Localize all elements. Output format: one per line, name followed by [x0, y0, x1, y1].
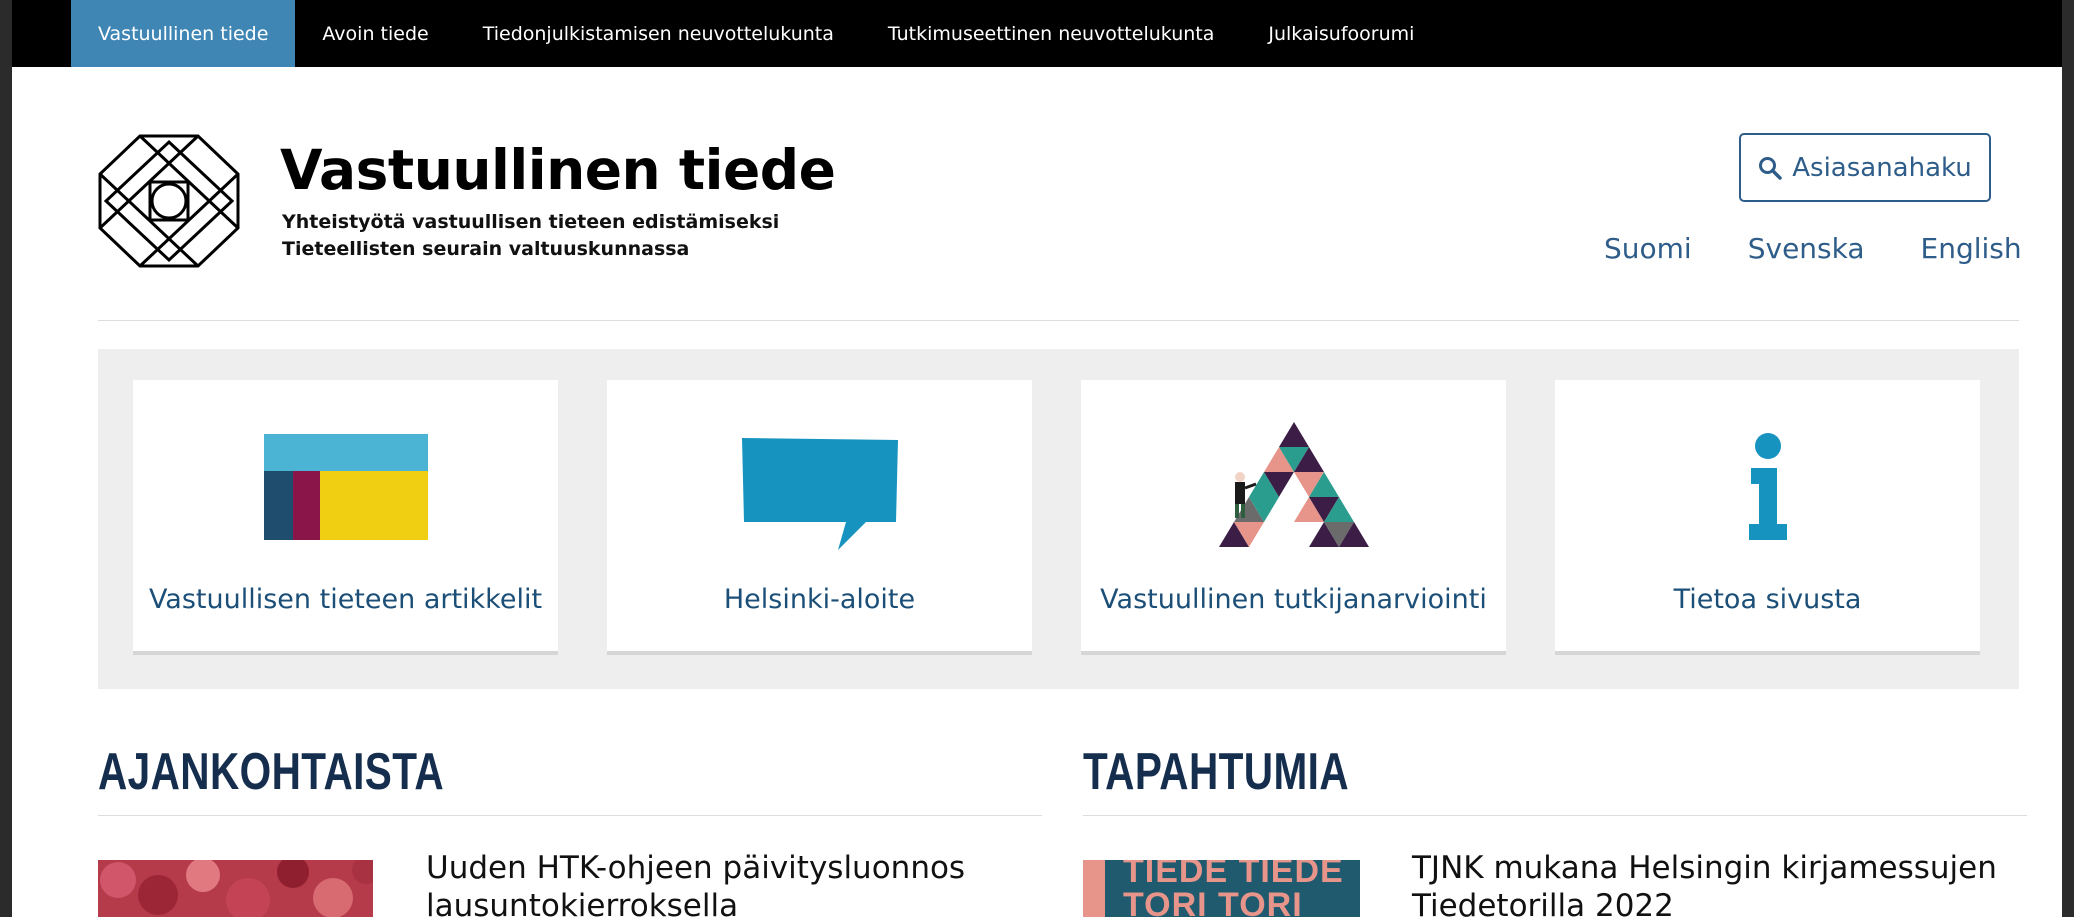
event-item-title-line2: Tiedetorilla 2022	[1412, 888, 1674, 917]
search-icon	[1759, 156, 1782, 180]
keyword-search-button[interactable]: Asiasanahaku	[1739, 133, 1991, 202]
tile-about-site[interactable]: Tietoa sivusta	[1555, 380, 1980, 655]
language-link-suomi[interactable]: Suomi	[1604, 232, 1692, 265]
news-item-title-line1: Uuden HTK-ohjeen päivitysluonnos	[426, 850, 966, 886]
triangle-mosaic-icon	[1218, 422, 1369, 547]
news-item-title-line2: lausuntokierroksella	[426, 888, 739, 917]
language-link-svenska[interactable]: Svenska	[1748, 232, 1865, 265]
site-logo-icon[interactable]	[98, 134, 240, 268]
header-divider	[98, 320, 2019, 321]
topnav-item-vastuullinen-tiede[interactable]: Vastuullinen tiede	[71, 0, 296, 67]
tile-label: Helsinki-aloite	[723, 584, 916, 615]
speech-bubble-icon	[741, 438, 898, 550]
tile-researcher-assessment[interactable]: Vastuullinen tutkijanarviointi	[1081, 380, 1506, 655]
topnav-item-julkaisufoorumi[interactable]: Julkaisufoorumi	[1241, 0, 1441, 67]
event-item-title-line1: TJNK mukana Helsingin kirjamessujen	[1412, 850, 1997, 886]
event-item-thumbnail[interactable]: TIEDE TIEDE TORI TORI	[1083, 860, 1360, 917]
site-subtitle-line1: Yhteistyötä vastuullisen tieteen edistäm…	[282, 211, 780, 233]
events-divider	[1083, 815, 2027, 816]
topnav-item-avoin-tiede[interactable]: Avoin tiede	[295, 0, 455, 67]
thumbnail-text-line2: TORI TORI	[1123, 886, 1303, 917]
news-heading: AJANKOHTAISTA	[98, 743, 445, 801]
tile-label: Tietoa sivusta	[1673, 584, 1862, 615]
top-navigation: Vastuullinen tiede Avoin tiede Tiedonjul…	[12, 0, 2062, 67]
news-item-thumbnail[interactable]	[98, 860, 373, 917]
news-divider	[98, 815, 1042, 816]
info-icon	[1748, 433, 1787, 540]
page: Vastuullinen tiede Avoin tiede Tiedonjul…	[12, 0, 2062, 917]
tile-articles[interactable]: Vastuullisen tieteen artikkelit	[133, 380, 558, 655]
language-link-english[interactable]: English	[1921, 232, 2022, 265]
thumbnail-text: TIEDE TIEDE TORI TORI	[1123, 860, 1344, 917]
color-blocks-icon	[263, 434, 428, 540]
events-heading: TAPAHTUMIA	[1083, 743, 1350, 801]
keyword-search-label: Asiasanahaku	[1792, 152, 1972, 183]
tile-helsinki-initiative[interactable]: Helsinki-aloite	[607, 380, 1032, 655]
event-item-title[interactable]: TJNK mukana Helsingin kirjamessujen Tied…	[1412, 849, 1997, 917]
news-item-title[interactable]: Uuden HTK-ohjeen päivitysluonnos lausunt…	[426, 849, 965, 917]
site-subtitle-line2: Tieteellisten seurain valtuuskunnassa	[282, 238, 690, 260]
tile-label: Vastuullisen tieteen artikkelit	[148, 584, 543, 615]
language-switcher: Suomi Svenska English	[1604, 232, 2022, 265]
site-title[interactable]: Vastuullinen tiede	[280, 138, 836, 202]
site-subtitle: Yhteistyötä vastuullisen tieteen edistäm…	[282, 209, 779, 263]
tile-label: Vastuullinen tutkijanarviointi	[1100, 584, 1487, 615]
topnav-item-tiedonjulkistamisen[interactable]: Tiedonjulkistamisen neuvottelukunta	[456, 0, 861, 67]
thumbnail-text-line1: TIEDE TIEDE	[1123, 860, 1344, 890]
topnav-item-tutkimuseettinen[interactable]: Tutkimuseettinen neuvottelukunta	[861, 0, 1241, 67]
thumbnail-accent	[1083, 860, 1105, 917]
